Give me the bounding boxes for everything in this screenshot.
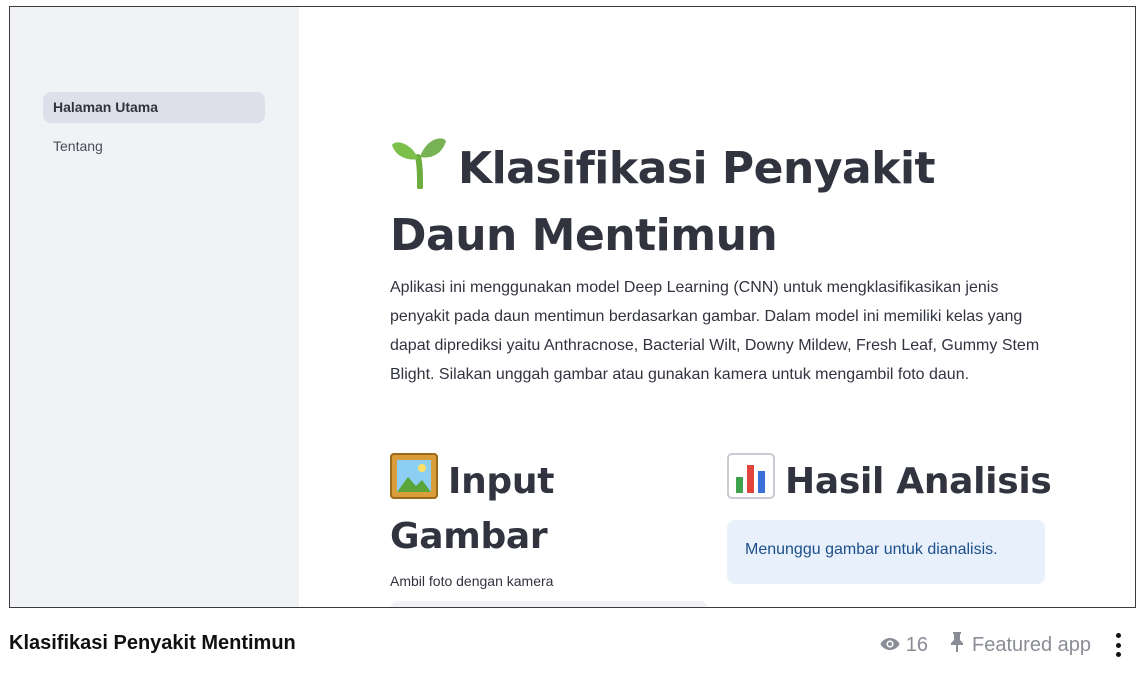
result-section-title: Hasil Analisis: [785, 461, 1052, 502]
seedling-icon: [390, 135, 448, 205]
page-title-text: Klasifikasi Penyakit Daun Mentimun: [390, 143, 936, 261]
featured-label: Featured app: [972, 633, 1091, 656]
app-name[interactable]: Klasifikasi Penyakit Mentimun: [9, 632, 296, 655]
app-meta: 16 Featured app: [880, 630, 1123, 660]
more-options-icon[interactable]: [1113, 633, 1123, 657]
view-count: 16: [880, 634, 928, 657]
bar-chart-icon: [727, 453, 775, 512]
input-section-heading: Input Gambar: [390, 453, 690, 561]
view-count-value: 16: [905, 633, 929, 656]
sidebar: Halaman Utama Tentang: [10, 7, 299, 607]
main-content: Klasifikasi Penyakit Daun Mentimun Aplik…: [299, 7, 1135, 607]
camera-input[interactable]: [390, 601, 708, 607]
app-frame: Halaman Utama Tentang Klasifikasi Penyak…: [9, 6, 1136, 608]
result-section-heading: Hasil Analisis: [727, 453, 1067, 512]
page-title: Klasifikasi Penyakit Daun Mentimun: [390, 135, 1050, 266]
pin-icon: [950, 631, 964, 659]
framed-picture-icon: [390, 453, 438, 512]
sidebar-item-halaman-utama[interactable]: Halaman Utama: [43, 92, 265, 123]
featured-badge: Featured app: [950, 631, 1091, 659]
sidebar-item-tentang[interactable]: Tentang: [43, 131, 265, 162]
info-alert: Menunggu gambar untuk dianalisis.: [727, 520, 1045, 584]
eye-icon: [880, 634, 900, 657]
camera-input-label: Ambil foto dengan kamera: [390, 573, 554, 589]
intro-text: Aplikasi ini menggunakan model Deep Lear…: [390, 279, 1040, 383]
